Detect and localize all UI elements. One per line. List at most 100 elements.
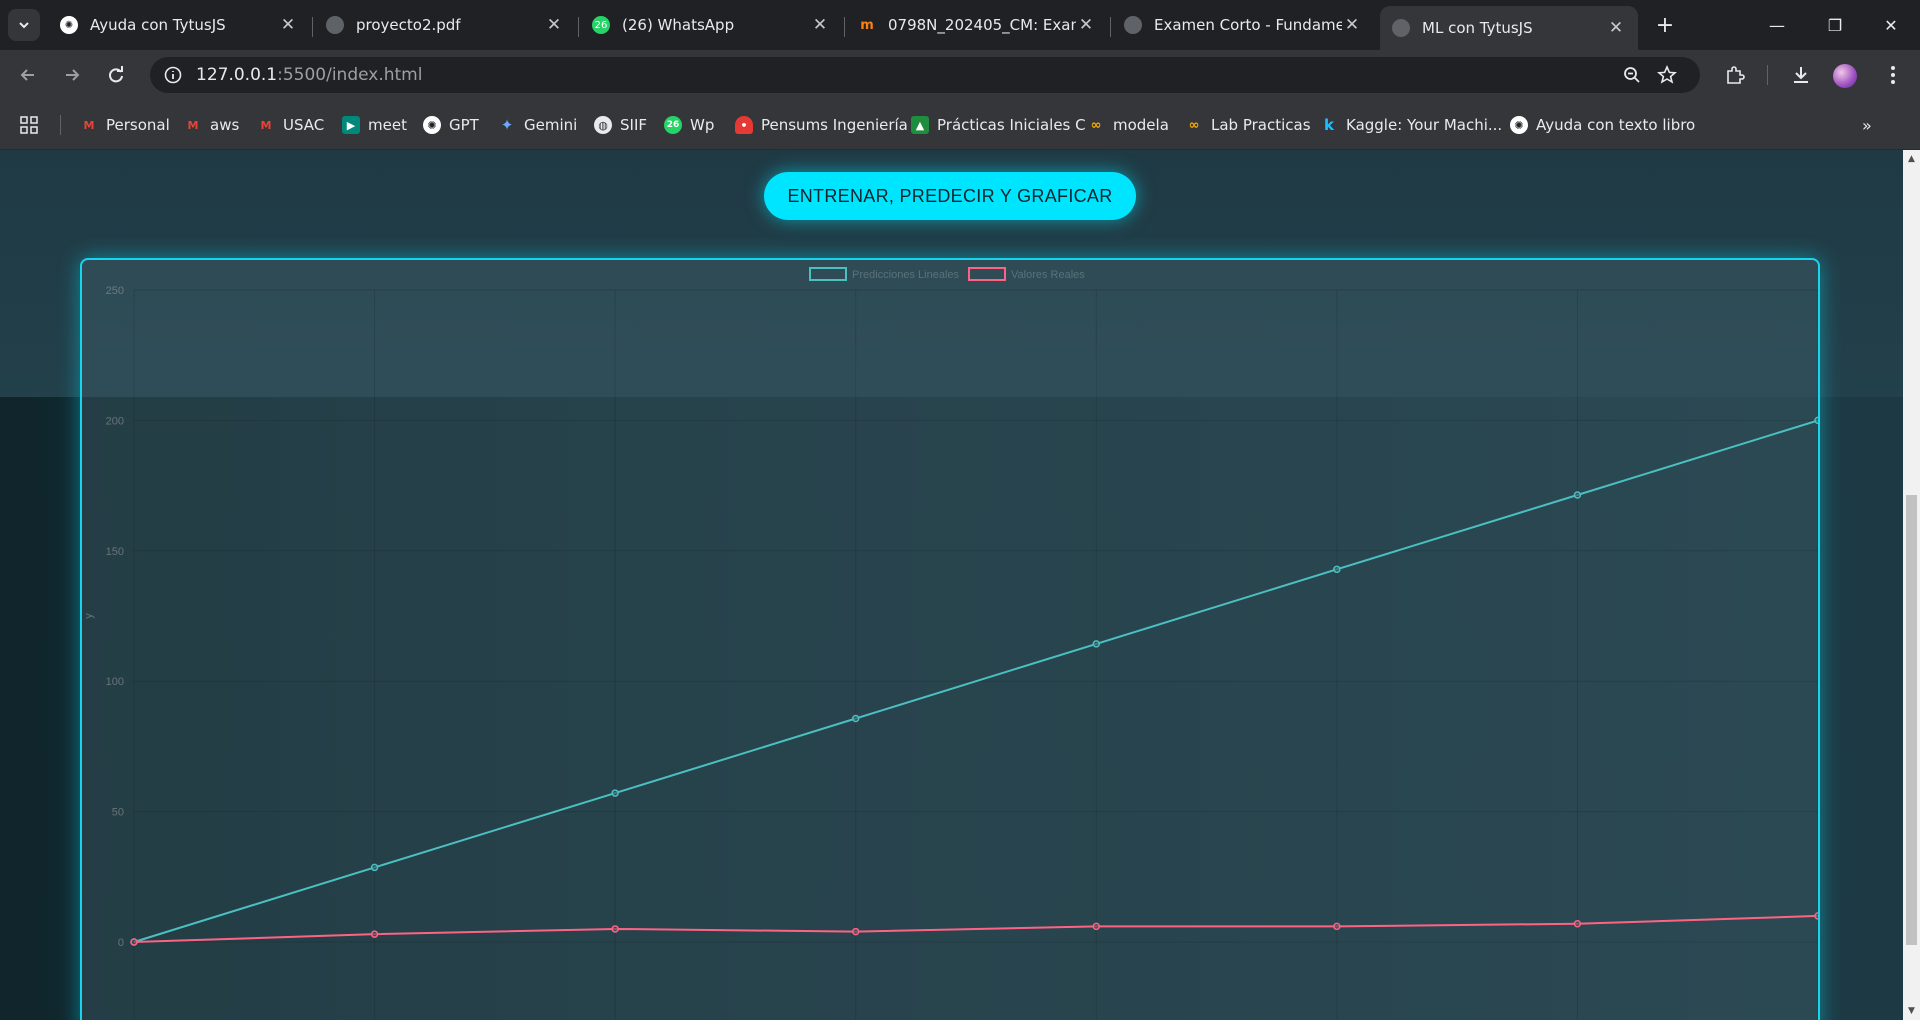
y-tick-label: 200 xyxy=(106,415,124,427)
download-icon xyxy=(1794,67,1808,83)
gmail-icon: M xyxy=(83,118,95,132)
bookmark-lab-practicas[interactable]: ∞ Lab Practicas xyxy=(1185,112,1311,138)
url-text[interactable]: 127.0.0.1:5500/index.html xyxy=(196,65,422,85)
whatsapp-icon: 26 xyxy=(592,16,610,34)
data-point xyxy=(851,927,860,936)
data-point xyxy=(1573,919,1582,928)
downloads-button[interactable] xyxy=(1785,59,1817,91)
data-point xyxy=(1333,565,1341,574)
tab-moodle-exam[interactable]: m 0798N_202405_CM: Exame ✕ xyxy=(846,6,1108,44)
meet-icon: ▶ xyxy=(342,116,360,134)
bookmark-wp[interactable]: 26 Wp xyxy=(664,112,714,138)
close-icon[interactable]: ✕ xyxy=(544,15,564,35)
close-icon[interactable]: ✕ xyxy=(1342,15,1362,35)
bookmark-gpt[interactable]: ✺ GPT xyxy=(423,112,479,138)
bookmarks-bar: M Personal Maws M USAC ▶ meet ✺ GPT ✦ Gemini … xyxy=(0,100,1920,150)
restore-icon: ❐ xyxy=(1827,15,1843,35)
y-tick-label: 100 xyxy=(106,676,124,688)
data-point xyxy=(611,789,619,797)
legend-label: Predicciones Lineales xyxy=(852,269,960,281)
chatgpt-icon: ✺ xyxy=(1510,116,1528,134)
legend-swatch xyxy=(809,267,847,281)
page-content: ENTRENAR, PREDECIR Y GRAFICAR 0 50 100 150 2… xyxy=(0,150,1903,1020)
data-point xyxy=(611,925,619,933)
scroll-thumb[interactable] xyxy=(1906,495,1917,945)
tab-proyecto2-pdf[interactable]: proyecto2.pdf ✕ xyxy=(314,6,576,44)
tab-whatsapp[interactable]: 26 (26) WhatsApp ✕ xyxy=(580,6,842,44)
forward-button[interactable] xyxy=(56,59,88,91)
data-point xyxy=(851,714,860,723)
data-point xyxy=(130,938,138,946)
bookmark-personal[interactable]: M Personal xyxy=(80,112,170,138)
data-point xyxy=(1814,912,1818,920)
gemini-icon: ✦ xyxy=(500,116,514,134)
globe-icon: ◍ xyxy=(594,116,612,134)
minimize-icon: — xyxy=(1769,15,1785,35)
close-window-button[interactable]: ✕ xyxy=(1862,0,1920,50)
more-bookmarks-button[interactable]: » xyxy=(1862,112,1872,138)
zoom-icon[interactable] xyxy=(1623,66,1641,84)
close-icon[interactable]: ✕ xyxy=(810,15,830,35)
tab-search-button[interactable] xyxy=(8,9,40,41)
bookmark-ayuda-texto[interactable]: ✺ Ayuda con texto libro xyxy=(1510,112,1695,138)
browser-toolbar: 127.0.0.1:5500/index.html xyxy=(0,50,1920,100)
more-vertical-icon xyxy=(1891,66,1895,84)
bookmark-siif[interactable]: ◍ SIIF xyxy=(594,112,647,138)
bookmark-meet[interactable]: ▶ meet xyxy=(342,112,407,138)
globe-icon xyxy=(1392,19,1410,37)
bookmark-modela[interactable]: ∞ modela xyxy=(1087,112,1169,138)
close-icon[interactable]: ✕ xyxy=(278,15,298,35)
arrow-left-icon xyxy=(20,69,34,81)
bookmark-gemini[interactable]: ✦ Gemini xyxy=(498,112,578,138)
star-icon[interactable] xyxy=(1657,65,1677,85)
tab-ml-tytusjs[interactable]: ML con TytusJS ✕ xyxy=(1380,6,1638,50)
close-icon[interactable]: ✕ xyxy=(1606,18,1626,38)
data-point xyxy=(370,930,379,938)
whatsapp-icon: 26 xyxy=(664,116,682,134)
tab-examen-corto[interactable]: Examen Corto - Fundamen ✕ xyxy=(1112,6,1374,44)
bookmark-usac[interactable]: M USAC xyxy=(257,112,325,138)
globe-icon xyxy=(326,16,344,34)
chevron-double-right-icon: » xyxy=(1862,115,1872,135)
address-bar[interactable]: 127.0.0.1:5500/index.html xyxy=(150,57,1700,93)
colab-icon: ∞ xyxy=(1188,117,1200,133)
arrow-right-icon xyxy=(66,69,80,81)
extensions-button[interactable] xyxy=(1719,59,1751,91)
moodle-icon: m xyxy=(860,17,874,33)
tab-strip: ✺ Ayuda con TytusJS ✕ proyecto2.pdf ✕ 26… xyxy=(0,0,1920,50)
profile-avatar[interactable] xyxy=(1833,64,1857,88)
chevron-down-icon xyxy=(19,22,29,29)
puzzle-icon xyxy=(1727,66,1745,84)
data-point xyxy=(1814,416,1818,425)
train-predict-plot-button[interactable]: ENTRENAR, PREDECIR Y GRAFICAR xyxy=(764,172,1136,220)
close-icon: ✕ xyxy=(1884,15,1898,35)
new-tab-button[interactable]: + xyxy=(1651,11,1679,39)
page-scrollbar[interactable]: ▲ ▼ xyxy=(1903,150,1920,1020)
reload-button[interactable] xyxy=(100,59,132,91)
tab-ayuda-tytusjs[interactable]: ✺ Ayuda con TytusJS ✕ xyxy=(48,6,310,44)
bookmark-kaggle[interactable]: k Kaggle: Your Machi... xyxy=(1320,112,1502,138)
scroll-up-arrow[interactable]: ▲ xyxy=(1903,152,1920,166)
chatgpt-icon: ✺ xyxy=(423,116,441,134)
scroll-down-arrow[interactable]: ▼ xyxy=(1903,1004,1920,1018)
apps-button[interactable] xyxy=(20,112,38,138)
apps-grid-icon xyxy=(20,116,38,134)
bookmark-aws[interactable]: Maws xyxy=(184,112,240,138)
menu-button[interactable] xyxy=(1877,59,1909,91)
restore-button[interactable]: ❐ xyxy=(1806,0,1864,50)
y-tick-label: 0 xyxy=(118,937,124,949)
bookmark-pensums[interactable]: • Pensums Ingeniería xyxy=(735,112,908,138)
legend-swatch xyxy=(968,267,1007,281)
data-point xyxy=(1333,922,1341,931)
legend-label: Valores Reales xyxy=(1011,269,1085,281)
data-point xyxy=(1092,640,1101,648)
minimize-button[interactable]: — xyxy=(1748,0,1806,50)
kaggle-icon: k xyxy=(1324,116,1334,134)
y-axis-label: y xyxy=(83,613,95,619)
back-button[interactable] xyxy=(12,59,44,91)
info-icon[interactable] xyxy=(164,66,182,84)
close-icon[interactable]: ✕ xyxy=(1076,15,1096,35)
gmail-icon: M xyxy=(260,118,272,132)
line-chart: 0 50 100 150 200 250 y Predicciones Lineales Val… xyxy=(83,267,1818,1020)
bookmark-practicas[interactable]: ▲ Prácticas Iniciales C xyxy=(911,112,1086,138)
